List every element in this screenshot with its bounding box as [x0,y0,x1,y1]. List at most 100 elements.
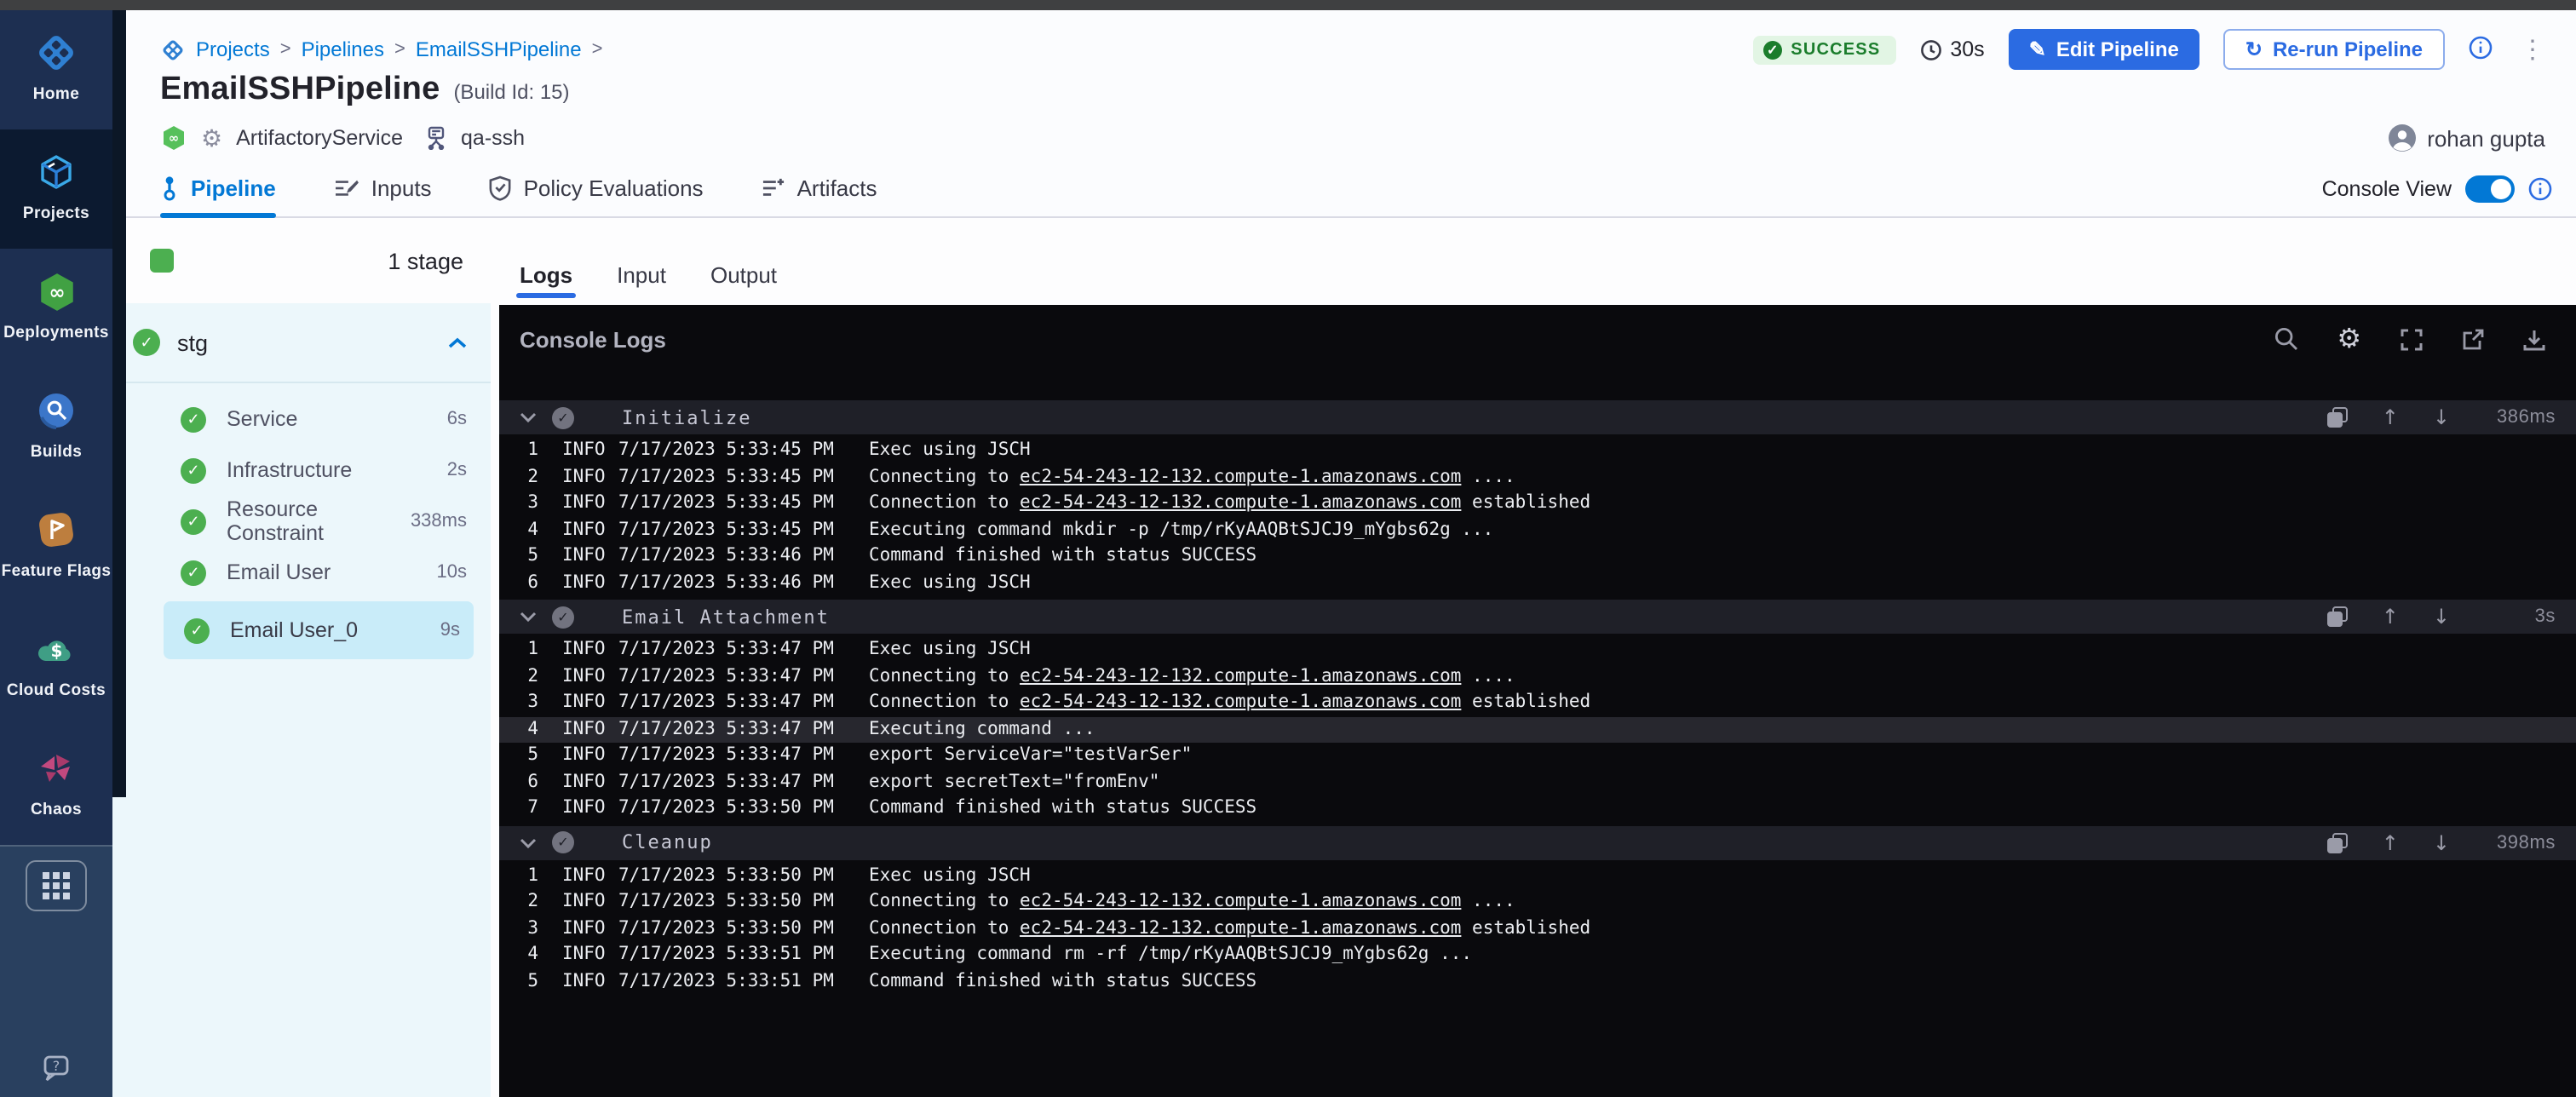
chevron-up-icon[interactable] [448,336,467,348]
log-level: INFO [562,663,618,690]
log-timestamp: 7/17/2023 5:33:47 PM [618,743,869,769]
chevron-down-icon[interactable] [520,612,537,622]
rerun-pipeline-button[interactable]: ↻ Re-run Pipeline [2223,29,2445,70]
fullscreen-icon[interactable] [2401,328,2423,350]
log-link[interactable]: ec2-54-243-12-132.compute-1.amazonaws.co… [1020,891,1461,911]
svg-text:∞: ∞ [48,281,64,303]
log-link[interactable]: ec2-54-243-12-132.compute-1.amazonaws.co… [1020,492,1461,513]
log-level: INFO [562,795,618,822]
log-message: Executing command mkdir -p /tmp/rKyAAQBt… [869,519,1493,539]
log-line-number: 5 [515,743,538,769]
scroll-to-bottom-icon[interactable]: ↓ [2433,832,2450,853]
module-grid-button[interactable] [26,860,87,911]
log-level: INFO [562,543,618,570]
sidebar-item-deployments[interactable]: ∞ Deployments [0,249,112,368]
stage-status-square [150,249,174,273]
settings-gear-icon[interactable]: ⚙ [2337,325,2361,353]
sidebar-item-cloud-costs[interactable]: $ Cloud Costs [0,606,112,726]
help-chat-icon[interactable]: ? [39,1054,73,1094]
sidebar-item-home[interactable]: Home [0,10,112,129]
breadcrumb-separator: > [280,39,291,60]
tab-policy-evaluations[interactable]: Policy Evaluations [490,175,704,216]
step-duration: 10s [437,562,468,583]
step-name: Infrastructure [227,458,352,482]
copy-icon[interactable] [2327,407,2348,428]
step-row-resource-constraint[interactable]: ✓Resource Constraint338ms [112,496,491,547]
avatar-icon [2388,124,2415,152]
breadcrumb-link-projects[interactable]: Projects [196,37,270,61]
log-line-number: 6 [515,769,538,795]
step-duration: 338ms [411,511,467,531]
breadcrumb-link-pipeline-name[interactable]: EmailSSHPipeline [416,37,582,61]
log-line-number: 4 [515,517,538,543]
scroll-to-top-icon[interactable]: ↑ [2382,606,2399,627]
console-view-info-icon[interactable] [2528,177,2552,201]
log-level: INFO [562,570,618,596]
tab-pipeline[interactable]: Pipeline [160,175,276,216]
log-line-number: 1 [515,863,538,889]
scroll-to-bottom-icon[interactable]: ↓ [2433,407,2450,428]
sidebar-item-feature-flags[interactable]: Feature Flags [0,487,112,606]
breadcrumb-separator: > [592,39,603,60]
log-link[interactable]: ec2-54-243-12-132.compute-1.amazonaws.co… [1020,692,1461,712]
step-row-email-user-0[interactable]: ✓Email User_09s [164,601,474,659]
step-duration: 6s [447,409,467,429]
edit-pipeline-button[interactable]: ✎ Edit Pipeline [2009,29,2199,70]
sidebar-item-chaos[interactable]: Chaos [0,726,112,845]
sidebar-item-builds[interactable]: Builds [0,368,112,487]
chevron-down-icon[interactable] [520,837,537,847]
log-tab-input[interactable]: Input [617,262,666,305]
log-section-header[interactable]: ✓Email Attachment↑↓3s [499,600,2576,634]
scroll-to-top-icon[interactable]: ↑ [2382,407,2399,428]
info-icon[interactable] [2469,36,2493,63]
log-message: Command finished with status SUCCESS [869,797,1256,818]
log-line: 6INFO7/17/2023 5:33:46 PMExec using JSCH [499,570,2576,596]
log-tab-output[interactable]: Output [710,262,777,305]
deployments-hex-infinity-icon: ∞ [35,269,78,313]
log-section-name: Initialize [622,406,751,428]
log-section-header[interactable]: ✓Cleanup↑↓398ms [499,825,2576,859]
log-link[interactable]: ec2-54-243-12-132.compute-1.amazonaws.co… [1020,665,1461,686]
log-level: INFO [562,438,618,464]
scroll-to-bottom-icon[interactable]: ↓ [2433,606,2450,627]
step-duration: 2s [447,460,467,480]
log-message: Connecting to ec2-54-243-12-132.compute-… [869,891,1515,911]
log-section-header[interactable]: ✓Initialize↑↓386ms [499,400,2576,434]
tab-inputs[interactable]: Inputs [334,175,432,216]
log-timestamp: 7/17/2023 5:33:45 PM [618,491,869,517]
search-icon[interactable] [2274,327,2297,351]
breadcrumb-link-pipelines[interactable]: Pipelines [302,37,384,61]
log-link[interactable]: ec2-54-243-12-132.compute-1.amazonaws.co… [1020,466,1461,486]
projects-cube-icon [36,150,77,194]
service-gear-icon: ⚙ [201,126,222,150]
log-timestamp: 7/17/2023 5:33:50 PM [618,916,869,942]
tab-artifacts[interactable]: Artifacts [762,175,877,216]
step-row-infrastructure[interactable]: ✓Infrastructure2s [112,445,491,496]
section-duration: 3s [2484,606,2556,627]
environment-name[interactable]: qa-ssh [461,126,525,150]
log-message: Executing command rm -rf /tmp/rKyAAQBtSJ… [869,944,1472,964]
log-message: Connecting to ec2-54-243-12-132.compute-… [869,466,1515,486]
app-window: Home Projects ∞ Deployments Builds [0,0,2576,1097]
log-line: 2INFO7/17/2023 5:33:50 PMConnecting to e… [499,889,2576,916]
copy-icon[interactable] [2327,606,2348,627]
stage-row-stg[interactable]: ✓ stg [112,317,491,368]
log-line: 3INFO7/17/2023 5:33:45 PMConnection to e… [499,491,2576,517]
download-icon[interactable] [2523,328,2545,350]
service-name[interactable]: ArtifactoryService [236,126,403,150]
open-in-new-icon[interactable] [2462,328,2484,350]
copy-icon[interactable] [2327,832,2348,853]
refresh-icon: ↻ [2245,37,2263,61]
log-tab-logs[interactable]: Logs [520,262,572,305]
console-log-body: ✓Initialize↑↓386ms1INFO7/17/2023 5:33:45… [499,373,2576,1097]
stage-count: 1 stage [388,248,463,273]
step-row-service[interactable]: ✓Service6s [112,393,491,445]
console-view-toggle[interactable] [2465,175,2515,203]
svg-text:∞: ∞ [169,131,179,146]
sidebar-item-projects[interactable]: Projects [0,129,112,249]
more-options-icon[interactable]: ⋮ [2516,34,2549,65]
chevron-down-icon[interactable] [520,412,537,422]
log-link[interactable]: ec2-54-243-12-132.compute-1.amazonaws.co… [1020,917,1461,938]
step-row-email-user[interactable]: ✓Email User10s [112,547,491,598]
scroll-to-top-icon[interactable]: ↑ [2382,832,2399,853]
